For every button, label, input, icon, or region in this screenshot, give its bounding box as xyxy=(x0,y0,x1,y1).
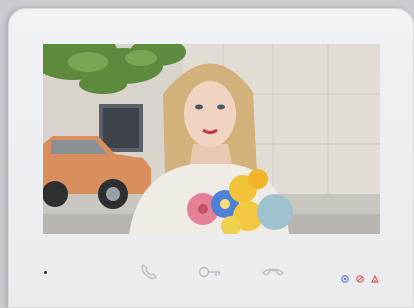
unlock-button[interactable] xyxy=(198,266,222,280)
hangup-icon xyxy=(262,268,284,276)
microphone-led xyxy=(341,268,349,283)
hangup-button[interactable] xyxy=(262,267,284,277)
mute-led xyxy=(356,268,364,283)
phone-handset-icon xyxy=(141,264,157,280)
camera-feed-image xyxy=(43,44,380,234)
video-screen xyxy=(43,44,380,234)
alarm-led-icon xyxy=(371,274,379,283)
talk-button[interactable] xyxy=(140,264,158,280)
microphone-led-icon xyxy=(341,275,349,283)
alarm-led xyxy=(371,268,379,283)
status-dot xyxy=(44,271,47,274)
key-icon xyxy=(198,266,220,278)
mute-led-icon xyxy=(356,275,364,283)
